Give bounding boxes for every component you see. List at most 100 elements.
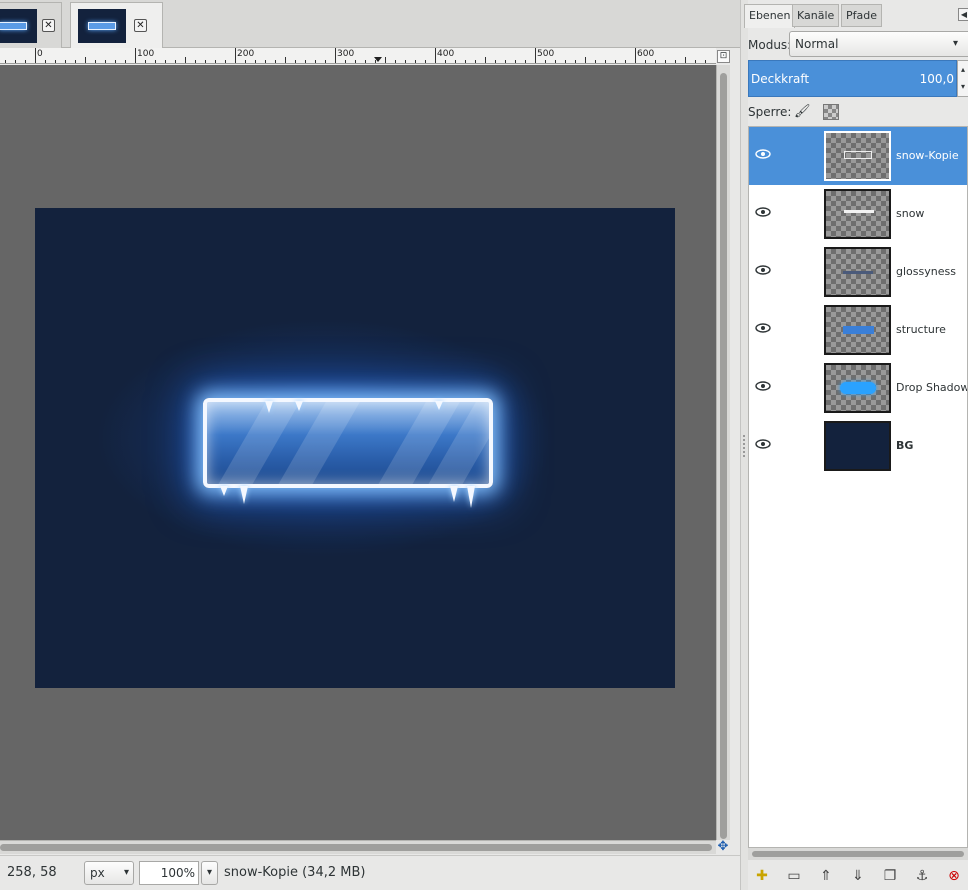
ruler-tick [105, 60, 106, 63]
icicle [295, 401, 303, 411]
vertical-scrollbar[interactable] [716, 65, 730, 840]
lock-alpha-icon[interactable] [823, 104, 839, 120]
tab-channels[interactable]: Kanäle [792, 4, 840, 27]
eye-icon[interactable] [755, 381, 771, 391]
layer-list-scrollbar[interactable] [748, 848, 968, 860]
layer-name[interactable]: glossyness [896, 265, 956, 278]
navigate-icon[interactable]: ✥ [716, 840, 730, 854]
image-tab-2[interactable]: ✕ [70, 2, 163, 49]
unit-value: px [90, 866, 105, 880]
ruler-tick [465, 60, 466, 63]
ruler-tick [635, 48, 636, 63]
ruler-tick [695, 60, 696, 63]
anchor-layer-icon[interactable]: ⚓ [912, 866, 932, 886]
ruler-tick [285, 57, 286, 63]
layer-thumbnail [824, 363, 891, 413]
unit-selector[interactable]: px ▾ [84, 861, 134, 885]
ruler-tick [575, 60, 576, 63]
opacity-spin-buttons[interactable]: ▴ ▾ [957, 60, 968, 97]
ruler-tick [355, 60, 356, 63]
ruler-tick [455, 60, 456, 63]
ruler-tick [145, 60, 146, 63]
ruler-tick [125, 60, 126, 63]
ruler-tick [205, 60, 206, 63]
mode-label: Modus: [748, 38, 792, 52]
image-tab-1[interactable]: ✕ [0, 2, 62, 48]
layer-row[interactable]: structure [749, 301, 967, 359]
ruler-tick [175, 60, 176, 63]
ruler-tick [275, 60, 276, 63]
icicle [467, 486, 475, 508]
eye-icon[interactable] [755, 265, 771, 275]
zoom-dropdown-button[interactable]: ▾ [201, 861, 218, 885]
pointer-coordinates: 258, 58 [7, 865, 57, 880]
eye-icon[interactable] [755, 207, 771, 217]
layer-row[interactable]: Drop Shadow [749, 359, 967, 417]
close-icon[interactable]: ✕ [42, 19, 55, 32]
status-bar: 258, 58 px ▾ 100% ▾ snow-Kopie (34,2 MB) [0, 855, 740, 890]
ruler-tick [335, 48, 336, 63]
ruler-tick [425, 60, 426, 63]
zoom-fit-icon[interactable]: ⊡ [717, 50, 730, 63]
ruler-label: 0 [37, 49, 43, 59]
tab-layers[interactable]: Ebenen [744, 4, 796, 28]
ruler-tick [685, 57, 686, 63]
new-layer-group-icon[interactable]: ▭ [784, 866, 804, 886]
drag-handle[interactable] [743, 435, 745, 457]
lock-pixels-brush-icon[interactable]: 🖌 [794, 104, 811, 120]
eye-icon[interactable] [755, 439, 771, 449]
horizontal-ruler[interactable]: 0 100 200 300 400 500 600 [0, 48, 716, 64]
close-icon[interactable]: ✕ [134, 19, 147, 32]
ruler-tick [485, 57, 486, 63]
ruler-tick [415, 60, 416, 63]
ruler-tick [475, 60, 476, 63]
ruler-tick [85, 57, 86, 63]
dock-menu-icon[interactable]: ◀ [958, 8, 968, 21]
image-thumbnail [78, 9, 126, 43]
image-canvas[interactable] [35, 208, 675, 688]
layer-row[interactable]: BG [749, 417, 967, 475]
layer-list[interactable]: snow-Kopie snow glossyness structure Dro… [748, 126, 968, 848]
duplicate-layer-icon[interactable]: ❐ [880, 866, 900, 886]
tab-paths[interactable]: Pfade [841, 4, 882, 27]
horizontal-scrollbar[interactable] [0, 840, 716, 854]
eye-icon[interactable] [755, 149, 771, 159]
ruler-tick [305, 60, 306, 63]
ruler-tick [265, 60, 266, 63]
delete-layer-icon[interactable]: ⊗ [944, 866, 964, 886]
opacity-value: 100,0 [919, 72, 954, 86]
layer-thumbnail [824, 247, 891, 297]
layer-name[interactable]: snow-Kopie [896, 149, 959, 162]
ruler-tick [115, 60, 116, 63]
layer-row[interactable]: glossyness [749, 243, 967, 301]
layer-name[interactable]: snow [896, 207, 924, 220]
layer-row[interactable]: snow-Kopie [749, 127, 967, 185]
scroll-thumb[interactable] [0, 844, 712, 851]
layer-name[interactable]: Drop Shadow [896, 381, 967, 394]
raise-layer-icon[interactable]: ⇑ [816, 866, 836, 886]
new-layer-icon[interactable]: ✚ [752, 866, 772, 886]
zoom-input[interactable]: 100% [139, 861, 199, 885]
layer-name[interactable]: BG [896, 439, 913, 452]
opacity-slider[interactable]: Deckkraft 100,0 [748, 60, 957, 97]
status-message: snow-Kopie (34,2 MB) [224, 865, 366, 880]
eye-icon[interactable] [755, 323, 771, 333]
pane-divider[interactable] [740, 0, 748, 890]
scroll-thumb[interactable] [752, 851, 964, 857]
ruler-tick [605, 60, 606, 63]
icicle [265, 401, 273, 413]
ruler-tick [5, 60, 6, 63]
chevron-down-icon: ▾ [952, 38, 958, 49]
ruler-label: 200 [237, 49, 255, 59]
lower-layer-icon[interactable]: ⇓ [848, 866, 868, 886]
layer-name[interactable]: structure [896, 323, 946, 336]
scroll-thumb[interactable] [720, 73, 727, 839]
layer-row[interactable]: snow [749, 185, 967, 243]
canvas-area[interactable] [0, 65, 716, 840]
layer-thumbnail [824, 421, 891, 471]
mode-selector[interactable]: Normal ▾ [789, 31, 968, 57]
chevron-down-icon: ▾ [123, 867, 129, 878]
ruler-tick [525, 60, 526, 63]
ruler-tick [325, 60, 326, 63]
ruler-tick [405, 60, 406, 63]
